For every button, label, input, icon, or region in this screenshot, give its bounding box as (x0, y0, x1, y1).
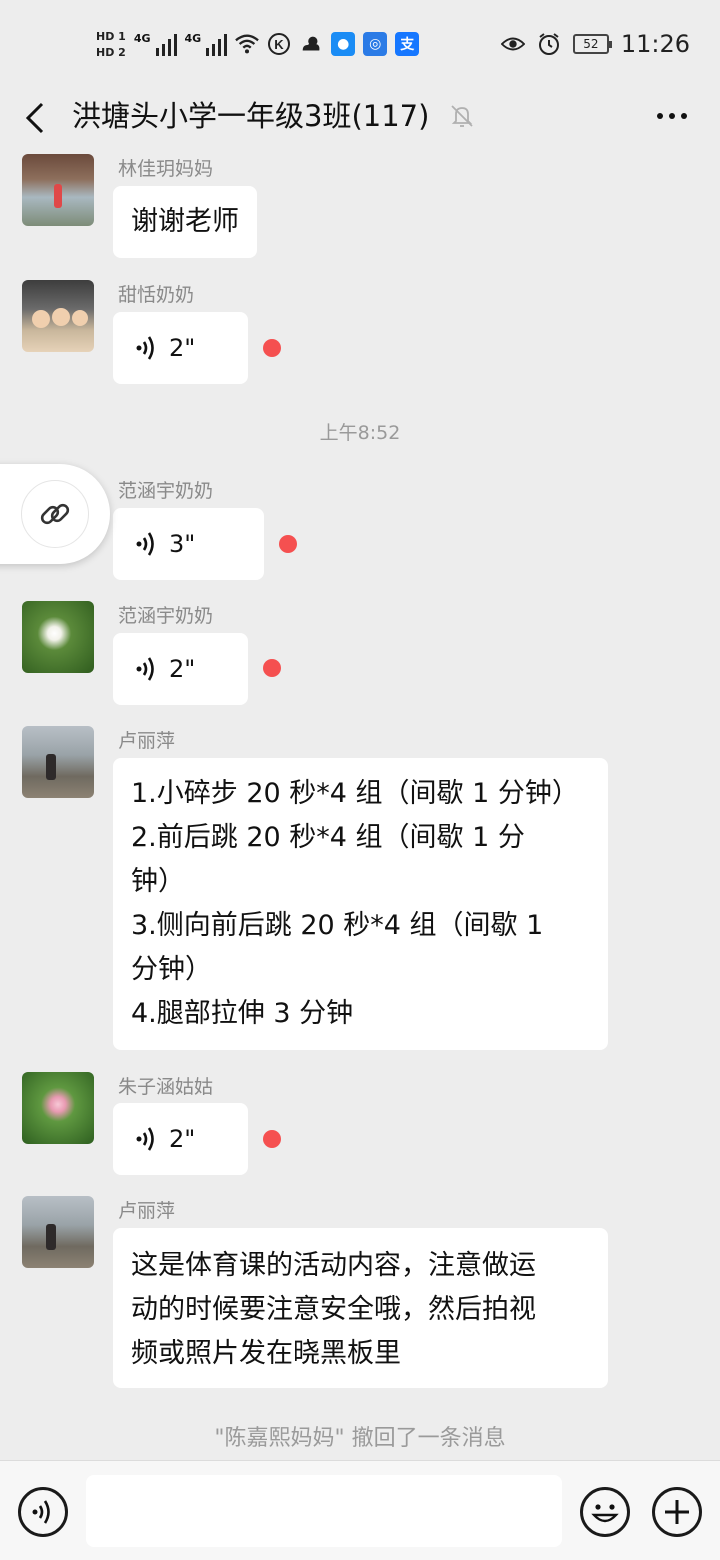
sender-name: 甜恬奶奶 (118, 284, 195, 306)
avatar[interactable] (22, 154, 94, 226)
battery-indicator: 52 (572, 34, 612, 54)
chevron-left-icon (25, 102, 44, 134)
message-text: 谢谢老师 (131, 206, 239, 237)
sender-name: 林佳玥妈妈 (118, 158, 214, 180)
message-input[interactable] (86, 1475, 562, 1547)
plus-button[interactable] (652, 1487, 702, 1537)
sender-name: 范涵宇奶奶 (118, 605, 214, 627)
avatar[interactable] (22, 1196, 94, 1268)
voice-wave-icon (136, 657, 154, 681)
voice-wave-icon (136, 532, 154, 556)
voice-wave-icon (136, 336, 154, 360)
floating-link-button[interactable] (0, 464, 110, 564)
voice-message[interactable]: 2" (113, 1103, 248, 1175)
input-bar (0, 1460, 720, 1560)
message-line: 3.侧向前后跳 20 秒*4 组（间歇 1 (131, 910, 544, 941)
hd2-label: HD 2 (96, 45, 126, 59)
hd-indicator: HD 1 HD 2 (96, 30, 126, 59)
message-line: 动的时候要注意安全哦，然后拍视 (131, 1294, 536, 1325)
wifi-icon (235, 32, 260, 56)
voice-toggle-button[interactable] (18, 1487, 68, 1537)
avatar[interactable] (22, 726, 94, 798)
more-dots-icon (657, 113, 687, 119)
network1-label: 4G (133, 32, 151, 45)
message-line: 钟） (131, 866, 185, 897)
app-notify-icon-2: ◎ (363, 32, 388, 56)
plus-icon (665, 1500, 689, 1524)
alarm-icon (537, 32, 561, 56)
recall-notice: "陈嘉熙妈妈" 撤回了一条消息 (214, 1426, 506, 1451)
avatar[interactable] (22, 601, 94, 673)
message-bubble[interactable]: 这是体育课的活动内容，注意做运 动的时候要注意安全哦，然后拍视 频或照片发在晓黑… (113, 1228, 608, 1388)
emoji-button[interactable] (580, 1487, 630, 1537)
voice-message[interactable]: 2" (113, 633, 248, 705)
sender-name: 卢丽萍 (118, 1200, 176, 1222)
hd1-label: HD 1 (96, 29, 126, 43)
chat-header: 洪塘头小学一年级3班(117) (0, 90, 720, 158)
more-button[interactable] (654, 104, 690, 128)
alipay-icon: 支 (395, 32, 420, 56)
signal-icon: 4G (134, 32, 177, 56)
k-app-icon: K (267, 32, 291, 56)
voice-duration: 3" (169, 530, 196, 558)
weather-icon (299, 32, 323, 56)
eye-icon (500, 32, 525, 56)
app-notify-icon-1: ● (331, 32, 356, 56)
message-line: 频或照片发在晓黑板里 (131, 1338, 401, 1369)
unread-dot (279, 535, 297, 553)
bell-muted-icon (448, 102, 476, 130)
emoji-icon (591, 1504, 619, 1523)
unread-dot (263, 1130, 281, 1148)
voice-wave-icon (136, 1127, 154, 1151)
avatar[interactable] (22, 1072, 94, 1144)
status-bar: HD 1 HD 2 4G 4G K ● ◎ 支 52 11:26 (0, 0, 720, 90)
sender-name: 朱子涵姑姑 (118, 1076, 214, 1098)
voice-toggle-icon (32, 1500, 50, 1524)
message-bubble[interactable]: 谢谢老师 (113, 186, 257, 258)
unread-dot (263, 659, 281, 677)
link-icon (40, 503, 70, 525)
status-clock: 11:26 (620, 30, 690, 58)
timestamp: 上午8:52 (319, 422, 401, 444)
avatar[interactable] (22, 280, 94, 352)
status-left: HD 1 HD 2 4G 4G K ● ◎ 支 (96, 22, 420, 66)
back-button[interactable] (22, 100, 52, 136)
voice-message[interactable]: 3" (113, 508, 264, 580)
message-line: 1.小碎步 20 秒*4 组（间歇 1 分钟） (131, 778, 579, 809)
link-circle (21, 480, 89, 548)
network2-label: 4G (184, 32, 202, 45)
message-line: 分钟） (131, 954, 212, 985)
sender-name: 卢丽萍 (118, 730, 176, 752)
message-bubble[interactable]: 1.小碎步 20 秒*4 组（间歇 1 分钟） 2.前后跳 20 秒*4 组（间… (113, 758, 608, 1050)
message-line: 4.腿部拉伸 3 分钟 (131, 998, 354, 1029)
sender-name: 范涵宇奶奶 (118, 480, 214, 502)
signal-icon-2: 4G (185, 32, 228, 56)
voice-message[interactable]: 2" (113, 312, 248, 384)
svg-text:K: K (275, 37, 285, 52)
voice-duration: 2" (169, 655, 196, 683)
unread-dot (263, 339, 281, 357)
chat-title: 洪塘头小学一年级3班(117) (72, 99, 430, 133)
message-line: 2.前后跳 20 秒*4 组（间歇 1 分 (131, 822, 525, 853)
status-right: 52 11:26 (500, 26, 690, 62)
voice-duration: 2" (169, 1125, 196, 1153)
message-line: 这是体育课的活动内容，注意做运 (131, 1250, 536, 1281)
voice-duration: 2" (169, 334, 196, 362)
